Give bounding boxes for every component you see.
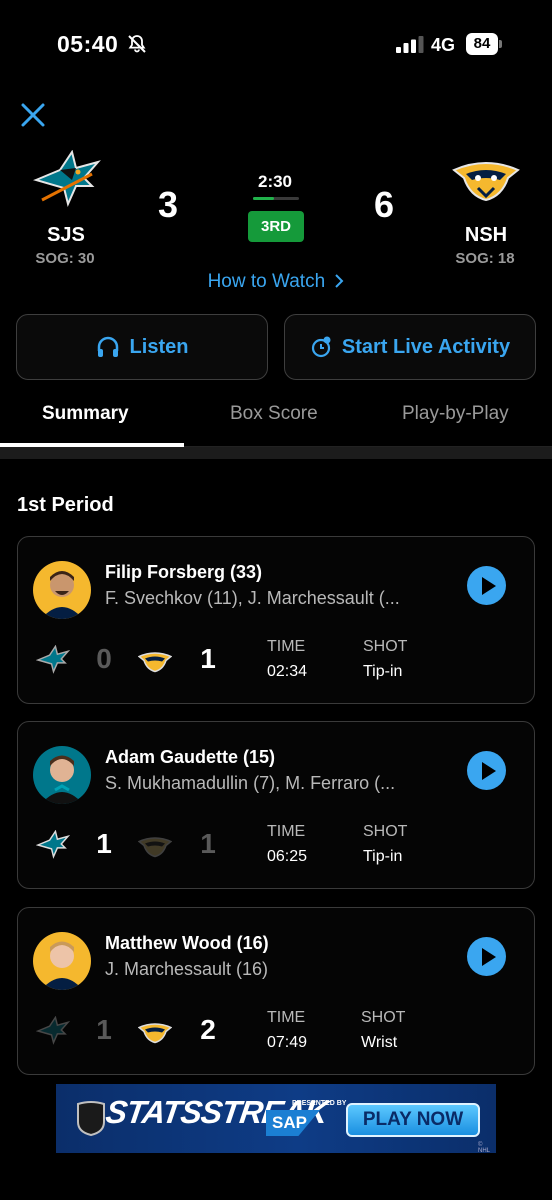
- time-label: TIME: [267, 638, 306, 655]
- period-badge: 3RD: [248, 211, 304, 242]
- ad-presented-by: PRESENTED BY: [292, 1100, 347, 1107]
- home-running-score: 1: [200, 828, 216, 859]
- goal-assists: J. Marchessault (16): [105, 959, 269, 979]
- nsh-logo-small: [138, 652, 172, 673]
- away-score: 3: [157, 184, 179, 225]
- away-running-score: 0: [96, 643, 112, 674]
- listen-button[interactable]: Listen: [16, 314, 268, 380]
- status-bar: 05:40 4G 84: [0, 0, 552, 90]
- home-running-score: 2: [200, 1014, 216, 1045]
- player-avatar: [33, 746, 91, 804]
- nsh-logo-small: [138, 1023, 172, 1044]
- home-running-score: 1: [200, 643, 216, 674]
- sjs-logo: [32, 150, 101, 208]
- play-now-button[interactable]: PLAY NOW: [346, 1103, 480, 1137]
- shot-type: Tip-in: [363, 663, 403, 680]
- goal-time: 07:49: [267, 1034, 308, 1051]
- sjs-logo-small: [36, 830, 70, 859]
- away-running-score: 1: [96, 1014, 112, 1045]
- bell-slash-icon: [128, 35, 146, 53]
- goal-card[interactable]: Filip Forsberg (33) F. Svechkov (11), J.…: [17, 536, 535, 704]
- tab-bar: Summary Box Score Play-by-Play: [0, 395, 552, 447]
- ad-league-mark: © NHL: [478, 1142, 491, 1153]
- section-divider: [0, 447, 552, 459]
- sjs-logo-small: [36, 645, 70, 674]
- goal-time: 06:25: [267, 848, 308, 865]
- how-to-watch-label: How to Watch: [207, 271, 326, 292]
- goal-assists: S. Mukhamadullin (7), M. Ferraro (...: [105, 773, 396, 793]
- goal-scorer: Matthew Wood (16): [105, 933, 269, 953]
- signal-icon: [396, 36, 424, 53]
- nsh-logo: [452, 162, 520, 202]
- away-team-abbr: SJS: [47, 224, 85, 246]
- play-highlight-button[interactable]: [467, 566, 506, 605]
- home-score: 6: [373, 184, 395, 225]
- period-progress-bar: [253, 197, 299, 200]
- close-icon[interactable]: [20, 102, 46, 128]
- home-team-abbr: NSH: [464, 224, 508, 246]
- away-running-score: 1: [96, 828, 112, 859]
- battery-tip: [499, 40, 502, 48]
- play-highlight-button[interactable]: [467, 751, 506, 790]
- battery-indicator: 84: [466, 33, 503, 55]
- player-avatar: [33, 932, 91, 990]
- start-live-activity-button[interactable]: Start Live Activity: [284, 314, 536, 380]
- goal-scorer: Adam Gaudette (15): [105, 747, 276, 767]
- shot-label: SHOT: [363, 638, 408, 655]
- away-team-sog: SOG: 30: [35, 250, 95, 267]
- ad-sponsor: SAP: [272, 1113, 307, 1132]
- nhl-shield-icon: [77, 1101, 105, 1136]
- period-progress-fill: [253, 197, 274, 200]
- goal-scorer: Filip Forsberg (33): [105, 562, 263, 582]
- tab-box-score[interactable]: Box Score: [230, 403, 318, 425]
- how-to-watch-link[interactable]: How to Watch: [170, 271, 382, 293]
- goal-card[interactable]: Adam Gaudette (15) S. Mukhamadullin (7),…: [17, 721, 535, 889]
- player-avatar: [33, 561, 91, 619]
- shot-label: SHOT: [361, 1009, 406, 1026]
- shot-type: Wrist: [361, 1034, 398, 1051]
- chevron-right-icon: [335, 274, 344, 288]
- home-team-sog: SOG: 18: [455, 250, 515, 267]
- nsh-logo-small: [138, 837, 172, 858]
- period-title: 1st Period: [17, 494, 114, 516]
- play-highlight-button[interactable]: [467, 937, 506, 976]
- time-label: TIME: [267, 1009, 306, 1026]
- tab-summary[interactable]: Summary: [42, 403, 129, 425]
- game-clock: 2:30: [257, 172, 293, 191]
- sjs-logo-small: [36, 1016, 70, 1045]
- goal-card[interactable]: Matthew Wood (16) J. Marchessault (16) 1…: [17, 907, 535, 1075]
- shot-label: SHOT: [363, 823, 408, 840]
- ad-banner[interactable]: STATSSTREAK PRESENTED BY SAP PLAY NOW © …: [56, 1084, 496, 1153]
- live-activity-label: Start Live Activity: [341, 335, 511, 358]
- network-type: 4G: [431, 35, 456, 55]
- time-label: TIME: [267, 823, 306, 840]
- goal-time: 02:34: [267, 663, 308, 680]
- status-time: 05:40: [57, 31, 119, 57]
- tab-play-by-play[interactable]: Play-by-Play: [402, 403, 509, 425]
- battery-level: 84: [466, 33, 498, 55]
- live-activity-icon: [311, 336, 331, 358]
- shot-type: Tip-in: [363, 848, 403, 865]
- headphones-icon: [97, 336, 118, 357]
- goal-assists: F. Svechkov (11), J. Marchessault (...: [105, 588, 400, 608]
- listen-label: Listen: [129, 335, 189, 358]
